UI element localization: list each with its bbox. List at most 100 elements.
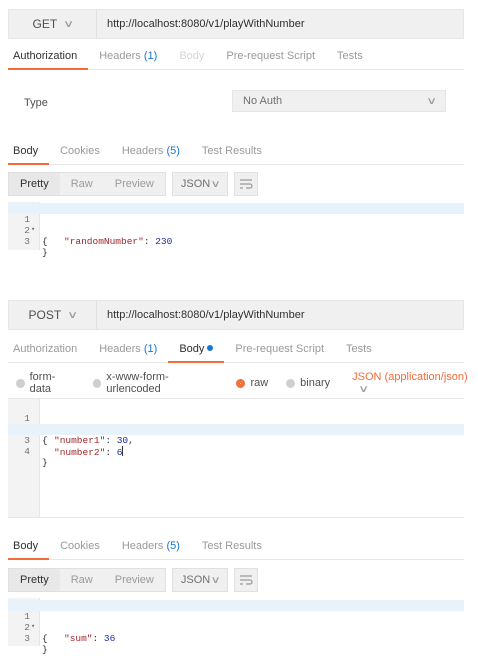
json-separator: : [92,633,104,644]
method-dropdown[interactable]: GET ∨ [9,10,97,38]
view-preview-button[interactable]: Preview [104,173,165,195]
code-text: "sum": 36 [64,633,115,644]
json-value: 36 [103,633,116,644]
text-cursor [122,446,124,456]
format-dropdown[interactable]: JSON ∨ [171,172,228,196]
code-line: 2 "sum": 36 [8,611,464,644]
code-line: 1 ▾ { [8,402,464,446]
wrap-lines-button[interactable] [233,172,258,196]
radio-raw[interactable]: raw [236,377,268,389]
wrap-lines-icon [239,575,253,585]
code-line: 3 "number2": 6 [8,424,464,458]
method-label: POST [28,308,62,322]
chevron-down-icon: ∨ [210,574,221,586]
response-tabs: Body Cookies Headers (5) Test Results [8,139,464,165]
tab-cookies[interactable]: Cookies [49,145,111,164]
request-body-editor[interactable]: 1 ▾ { 2 "number1": 30, 3 "number2": 6 4 … [8,398,464,518]
radio-form-data[interactable]: form-data [16,371,75,395]
radio-icon [92,378,102,388]
code-line: 4 } [8,435,464,468]
tab-headers[interactable]: Headers (1) [88,50,168,69]
response-toolbar: Pretty Raw Preview JSON ∨ [8,172,258,196]
code-text: "number2": 6 [54,446,124,458]
json-key: "sum" [64,633,93,644]
view-pretty-button[interactable]: Pretty [9,569,60,591]
tab-body: Body [179,50,205,62]
content-type-dropdown[interactable]: JSON (application/json)∨ [352,371,478,395]
radio-icon [16,378,25,388]
line-number: 3 [24,633,30,644]
tab-prerequest-script[interactable]: Pre-request Script [224,343,335,362]
tab-headers-label: Headers [99,343,141,355]
tab-test-results[interactable]: Test Results [191,540,273,559]
tab-response-headers-count: (5) [166,540,180,552]
json-value: 230 [155,236,173,247]
body-type-options: form-data x-www-form-urlencoded raw bina… [16,371,478,395]
auth-type-label: Type [24,97,48,109]
code-text: { [42,633,48,644]
code-text: "randomNumber": 230 [64,236,172,247]
json-key: "number2" [54,447,106,458]
tab-test-results[interactable]: Test Results [191,145,273,164]
response-body-editor[interactable]: 1 ▾ { 2 "randomNumber": 230 3 } [8,202,464,258]
view-raw-button[interactable]: Raw [60,173,104,195]
view-raw-button[interactable]: Raw [60,569,104,591]
tab-headers-count: (1) [143,343,158,355]
auth-type-value: No Auth [243,95,283,107]
modified-dot-icon [207,345,214,351]
json-separator: : [105,447,117,458]
format-label: JSON [180,178,211,190]
tab-response-headers[interactable]: Headers (5) [111,145,191,164]
radio-selected-icon [236,378,246,388]
code-line: 3 } [8,225,464,258]
tab-authorization[interactable]: Authorization [8,50,89,70]
url-input[interactable]: http://localhost:8080/v1/playWithNumber [97,309,305,321]
wrap-lines-button[interactable] [233,568,258,592]
get-request-bar: GET ∨ http://localhost:8080/v1/playWithN… [8,9,464,39]
method-dropdown[interactable]: POST ∨ [9,301,97,329]
tab-response-headers-label: Headers [121,540,164,552]
code-text: { [42,236,48,247]
tab-prerequest-script[interactable]: Pre-request Script [215,50,326,69]
chevron-down-icon: ∨ [358,384,370,395]
tab-tests[interactable]: Tests [335,343,383,362]
chevron-down-icon: ∨ [67,309,79,321]
json-separator: : [143,236,156,247]
code-line: 1 ▾ { [8,203,464,247]
auth-type-select[interactable]: No Auth ∨ [232,90,446,112]
tab-headers-label: Headers [99,50,141,62]
url-input[interactable]: http://localhost:8080/v1/playWithNumber [97,18,305,30]
code-line: 2 "number1": 30, [8,413,464,446]
code-text: } [42,644,48,655]
tab-headers[interactable]: Headers (1) [88,343,168,362]
tab-body[interactable]: Body [168,343,225,363]
tab-response-headers-label: Headers [121,145,164,157]
radio-label: binary [300,377,331,389]
chevron-down-icon: ∨ [63,18,75,30]
code-line: 1 ▾ { [8,600,464,644]
view-mode-group: Pretty Raw Preview [8,172,166,196]
tab-authorization[interactable]: Authorization [8,343,88,362]
tab-response-body[interactable]: Body [8,145,50,165]
response-toolbar: Pretty Raw Preview JSON ∨ [8,568,258,592]
method-label: GET [32,17,58,31]
format-label: JSON [180,574,211,586]
radio-label: form-data [29,371,56,395]
code-line: 3 } [8,622,464,655]
view-pretty-button[interactable]: Pretty [9,173,60,195]
tab-cookies[interactable]: Cookies [49,540,111,559]
tab-response-headers[interactable]: Headers (5) [111,540,191,559]
radio-urlencoded[interactable]: x-www-form-urlencoded [92,371,219,395]
tab-tests[interactable]: Tests [326,50,374,69]
view-mode-group: Pretty Raw Preview [8,568,166,592]
content-type-label: JSON (application/json) [352,371,468,383]
json-key: "randomNumber" [64,236,144,247]
radio-icon [286,378,296,388]
radio-binary[interactable]: binary [286,377,330,389]
tab-response-body[interactable]: Body [8,540,50,560]
view-preview-button[interactable]: Preview [104,569,165,591]
post-request-bar: POST ∨ http://localhost:8080/v1/playWith… [8,300,464,330]
response-body-editor[interactable]: 1 ▾ { 2 "sum": 36 3 } [8,598,464,655]
format-dropdown[interactable]: JSON ∨ [171,568,228,592]
tab-response-headers-count: (5) [166,145,180,157]
